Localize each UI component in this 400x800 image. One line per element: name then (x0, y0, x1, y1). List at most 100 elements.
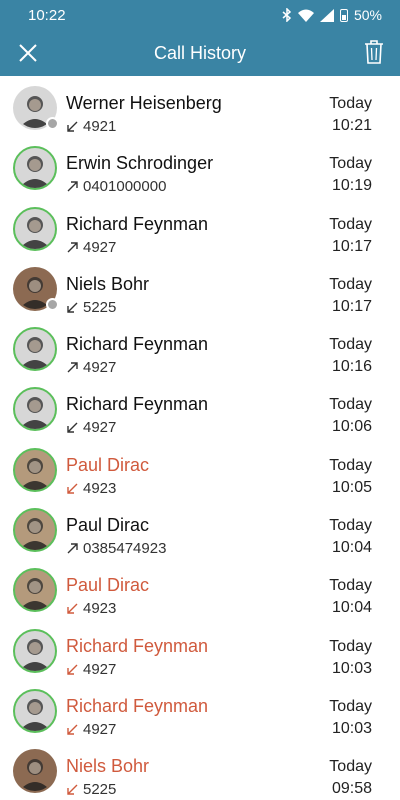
avatar-photo (13, 628, 57, 673)
caller-name: Erwin Schrodinger (66, 153, 214, 174)
call-row[interactable]: Erwin Schrodinger 0401000000 Today 10:19 (0, 136, 400, 196)
call-history-list: Werner Heisenberg 4921 Today 10:21 Erwin Sch… (0, 76, 400, 800)
call-day: Today (329, 456, 372, 474)
status-icons: 50% (282, 7, 382, 23)
avatar (13, 568, 57, 613)
call-row[interactable]: Richard Feynman 4927 Today 10:06 (0, 377, 400, 437)
avatar (13, 447, 57, 492)
caller-number: 4921 (83, 118, 117, 135)
incoming-call-icon (67, 724, 78, 735)
call-row[interactable]: Niels Bohr 5225 Today 09:58 (0, 739, 400, 799)
call-time: 10:17 (331, 237, 372, 255)
outgoing-call-icon (67, 362, 78, 373)
caller-number: 4927 (83, 238, 117, 256)
call-row[interactable]: Niels Bohr 5225 Today 10:17 (0, 257, 400, 317)
caller-name: Richard Feynman (66, 695, 209, 716)
call-day: Today (329, 637, 372, 655)
battery-icon (339, 8, 348, 22)
call-time: 10:21 (331, 117, 372, 134)
status-bar: 10:22 50% (0, 0, 400, 30)
wifi-icon (297, 9, 314, 22)
call-day: Today (329, 758, 372, 776)
incoming-call-icon (67, 121, 78, 132)
call-time: 10:05 (331, 478, 372, 496)
call-day: Today (329, 517, 372, 535)
call-row[interactable]: Richard Feynman 4927 Today 10:17 (0, 197, 400, 257)
caller-number-line: 0385474923 (66, 540, 166, 557)
call-day: Today (329, 215, 372, 233)
avatar (13, 206, 57, 251)
avatar (13, 688, 57, 733)
caller-number-line: 4927 (66, 359, 116, 376)
call-row[interactable]: Paul Dirac 4923 Today 10:05 (0, 438, 400, 498)
caller-name: Niels Bohr (66, 273, 150, 294)
caller-name: Richard Feynman (66, 394, 209, 415)
caller-number-line: 5225 (66, 299, 116, 316)
call-day: Today (329, 697, 372, 715)
close-icon[interactable] (14, 39, 42, 67)
caller-number: 4923 (83, 479, 117, 497)
caller-number: 4927 (83, 660, 117, 678)
outgoing-call-icon (67, 241, 78, 253)
call-row[interactable]: Paul Dirac 0385474923 Today 10:04 (0, 498, 400, 558)
call-time: 10:19 (331, 177, 372, 195)
incoming-call-icon (67, 483, 78, 494)
call-time: 10:03 (331, 659, 372, 677)
incoming-call-icon (67, 302, 78, 313)
avatar-photo (13, 749, 57, 794)
call-row[interactable]: Richard Feynman 4927 Today 10:16 (0, 317, 400, 377)
caller-name: Werner Heisenberg (66, 93, 222, 113)
caller-number: 4927 (83, 419, 117, 437)
caller-name: Richard Feynman (66, 635, 209, 656)
avatar (13, 266, 59, 311)
incoming-call-icon (67, 664, 78, 675)
bluetooth-icon (282, 8, 292, 22)
presence-dot (46, 297, 59, 311)
caller-number-line: 4923 (66, 480, 116, 497)
avatar (13, 146, 57, 191)
avatar-photo (13, 206, 57, 251)
trash-icon[interactable] (362, 38, 386, 66)
call-day: Today (329, 577, 372, 595)
signal-icon (319, 8, 334, 22)
call-time: 10:04 (331, 599, 372, 617)
status-time: 10:22 (28, 6, 66, 24)
caller-name: Paul Dirac (66, 575, 150, 596)
app-bar: Call History (0, 30, 400, 76)
call-row[interactable]: Richard Feynman 4927 Today 10:03 (0, 619, 400, 679)
avatar (13, 508, 57, 553)
call-time: 10:04 (331, 539, 372, 557)
caller-number: 4927 (83, 720, 117, 738)
avatar-photo (13, 568, 57, 613)
outgoing-call-icon (67, 543, 78, 554)
caller-number: 0401000000 (83, 178, 167, 196)
avatar-photo (13, 688, 57, 733)
avatar (13, 86, 59, 130)
caller-number: 0385474923 (83, 540, 167, 558)
outgoing-call-icon (67, 181, 78, 192)
caller-number-line: 4923 (66, 600, 116, 617)
caller-number-line: 4927 (66, 419, 116, 436)
caller-number: 5225 (83, 781, 117, 799)
page-title: Call History (153, 42, 246, 63)
avatar (13, 628, 57, 673)
presence-dot (46, 117, 59, 130)
call-day: Today (329, 275, 372, 293)
caller-number-line: 4921 (66, 118, 116, 135)
call-row[interactable]: Paul Dirac 4923 Today 10:04 (0, 558, 400, 618)
call-time: 10:03 (331, 719, 372, 737)
caller-name: Richard Feynman (66, 213, 209, 234)
avatar-photo (13, 146, 57, 191)
call-time: 10:06 (331, 418, 372, 436)
avatar-photo (13, 327, 57, 372)
call-row[interactable]: Richard Feynman 4927 Today 10:03 (0, 679, 400, 739)
call-row[interactable]: Werner Heisenberg 4921 Today 10:21 (0, 76, 400, 136)
avatar (13, 387, 57, 432)
caller-number: 4923 (83, 600, 117, 618)
avatar-photo (13, 387, 57, 432)
caller-number-line: 4927 (66, 661, 116, 678)
caller-name: Paul Dirac (66, 515, 150, 536)
caller-name: Niels Bohr (66, 756, 150, 777)
call-time: 10:17 (331, 297, 372, 315)
caller-number-line: 4927 (66, 721, 116, 738)
